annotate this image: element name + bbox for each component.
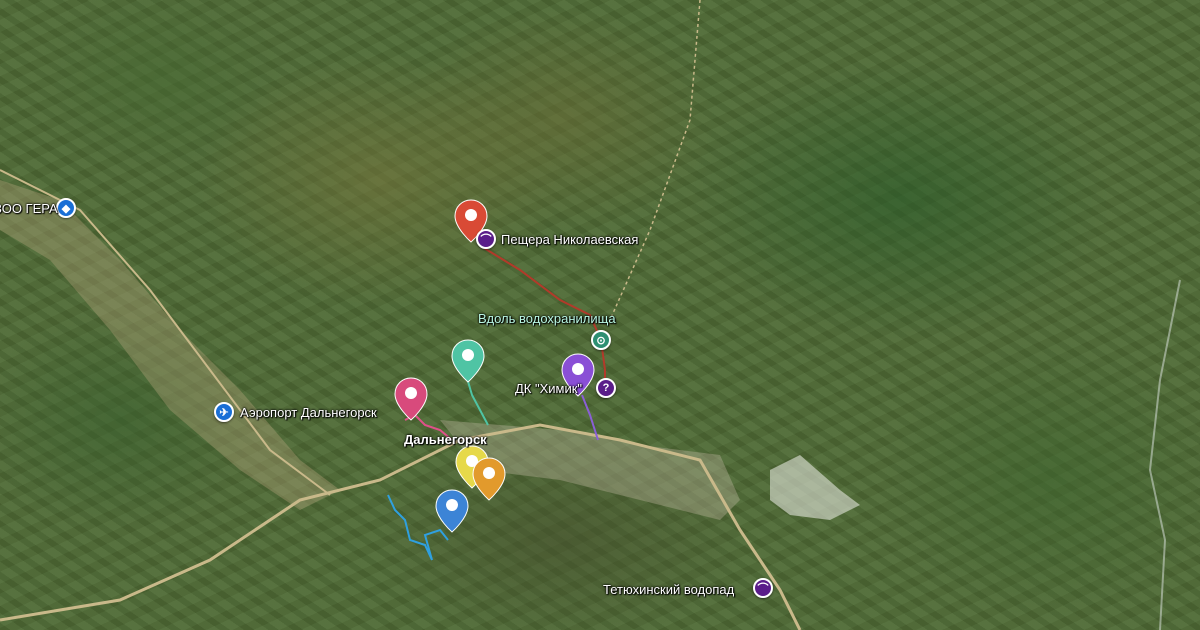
label-city[interactable]: Дальнегорск <box>404 432 487 447</box>
route-teal <box>466 377 489 426</box>
airplane-icon[interactable]: ✈ <box>214 402 234 422</box>
forest-track <box>609 0 701 321</box>
waypoint-icon[interactable]: ⊙ <box>591 330 611 350</box>
quarry-area <box>770 455 860 520</box>
map-pin-blue[interactable] <box>435 489 469 533</box>
valley-terrain <box>0 180 340 510</box>
label-zoo[interactable]: ЗОО ГЕРА <box>0 201 58 216</box>
question-icon[interactable]: ? <box>596 378 616 398</box>
map-pin-pink[interactable] <box>394 377 428 421</box>
main-road <box>0 423 802 630</box>
label-airport[interactable]: Аэропорт Дальнегорск <box>240 405 377 420</box>
cave-icon[interactable]: ⌒ <box>476 229 496 249</box>
pet-icon[interactable]: ◆ <box>56 198 76 218</box>
satellite-map[interactable]: ⌒ Пещера Николаевская ⊙ Вдоль водохранил… <box>0 0 1200 630</box>
map-pin-teal[interactable] <box>451 339 485 383</box>
label-dk[interactable]: ДК "Химик" <box>515 381 582 396</box>
cave-icon[interactable]: ⌒ <box>753 578 773 598</box>
river <box>1148 279 1181 630</box>
label-waterfall[interactable]: Тетюхинский водопад <box>603 582 734 597</box>
label-reservoir[interactable]: Вдоль водохранилища <box>478 311 616 326</box>
map-pin-orange[interactable] <box>472 457 506 501</box>
label-cave[interactable]: Пещера Николаевская <box>501 232 638 247</box>
